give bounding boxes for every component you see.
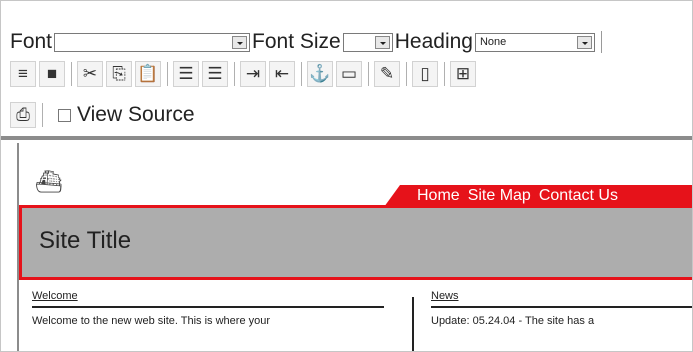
- nav-link-contact-us[interactable]: Contact Us: [539, 187, 618, 205]
- editor-window: Font Font Size Heading None ≡ ■ ✂ ⎘ 📋 ☰ …: [0, 0, 693, 352]
- page-properties-icon[interactable]: ⎙: [10, 102, 36, 128]
- cut-icon[interactable]: ✂: [77, 61, 103, 87]
- insert-image-icon[interactable]: ▭: [336, 61, 362, 87]
- table-icon[interactable]: ⊞: [450, 61, 476, 87]
- outdent-icon[interactable]: ⇤: [269, 61, 295, 87]
- welcome-column: Welcome Welcome to the new web site. Thi…: [32, 290, 384, 327]
- font-size-select[interactable]: [342, 32, 393, 52]
- chevron-down-icon[interactable]: [374, 35, 390, 49]
- toolbar-separator: [42, 103, 43, 127]
- editor-toolbar: Font Font Size Heading None ≡ ■ ✂ ⎘ 📋 ☰ …: [10, 8, 686, 136]
- preview-pane: ⛴ Home Site Map Contact Us Site Title We…: [17, 143, 692, 351]
- edit-icon[interactable]: ✎: [374, 61, 400, 87]
- toolbar-separator: [600, 31, 602, 53]
- indent-icon[interactable]: ⇥: [240, 61, 266, 87]
- font-select[interactable]: [54, 32, 251, 52]
- toolbar-separator: [301, 62, 302, 86]
- view-source-label[interactable]: View Source: [77, 103, 195, 127]
- heading-label: Heading: [394, 30, 473, 53]
- nav-link-home[interactable]: Home: [417, 187, 460, 205]
- align-block-icon[interactable]: ■: [39, 61, 65, 87]
- view-source-checkbox[interactable]: [58, 108, 71, 122]
- ordered-list-icon[interactable]: ☰: [173, 61, 199, 87]
- toolbar-separator: [71, 62, 72, 86]
- column-divider: [412, 297, 414, 351]
- news-text: Update: 05.24.04 - The site has a: [431, 315, 595, 327]
- copy-icon[interactable]: ⎘: [106, 61, 132, 87]
- unordered-list-icon[interactable]: ☰: [202, 61, 228, 87]
- nav-link-site-map[interactable]: Site Map: [468, 187, 531, 205]
- news-column: News Update: 05.24.04 - The site has a: [431, 290, 692, 327]
- heading-select[interactable]: None: [474, 32, 595, 52]
- align-justify-icon[interactable]: ≡: [10, 61, 36, 87]
- anchor-icon[interactable]: ⚓: [307, 61, 333, 87]
- font-size-label: Font Size: [252, 30, 341, 53]
- logo-icon: ⛴: [35, 169, 63, 194]
- toolbar-separator: [234, 62, 235, 86]
- welcome-heading: Welcome: [32, 290, 78, 302]
- paste-icon[interactable]: 📋: [135, 61, 161, 87]
- top-nav: Home Site Map Contact Us: [384, 185, 692, 207]
- toolbar-separator: [368, 62, 369, 86]
- toolbar-separator: [406, 62, 407, 86]
- welcome-rule: [32, 306, 384, 308]
- toolbar-divider: [1, 136, 692, 140]
- site-title-bar: Site Title: [19, 205, 692, 280]
- toolbar-separator: [167, 62, 168, 86]
- news-heading: News: [431, 290, 459, 302]
- chevron-down-icon[interactable]: [232, 35, 248, 49]
- chevron-down-icon[interactable]: [576, 35, 592, 49]
- font-label: Font: [10, 30, 53, 53]
- toolbar-separator: [444, 62, 445, 86]
- format-row: Font Font Size Heading None: [10, 30, 606, 54]
- source-row: ⎙ View Source: [10, 100, 195, 130]
- welcome-text: Welcome to the new web site. This is whe…: [32, 315, 271, 327]
- document-icon[interactable]: ▯: [412, 61, 438, 87]
- news-rule: [431, 306, 692, 308]
- site-title: Site Title: [39, 227, 132, 254]
- button-row: ≡ ■ ✂ ⎘ 📋 ☰ ☰ ⇥ ⇤ ⚓ ▭ ✎ ▯ ⊞: [10, 60, 479, 88]
